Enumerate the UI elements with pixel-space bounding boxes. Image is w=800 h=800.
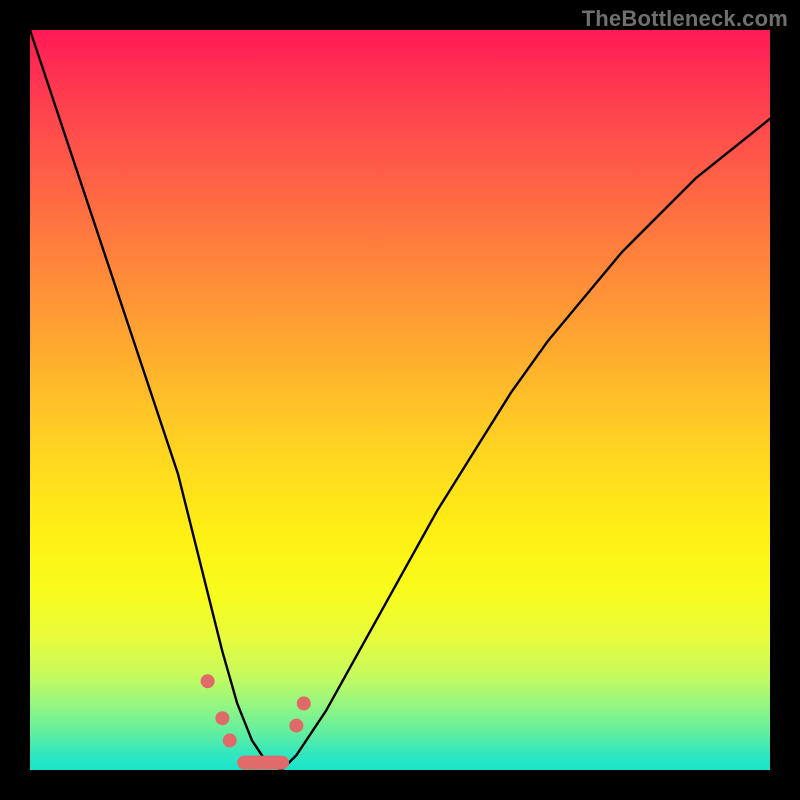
left-curve	[30, 30, 282, 770]
data-marker	[201, 674, 215, 688]
right-curve	[282, 119, 770, 770]
chart-container: TheBottleneck.com	[0, 0, 800, 800]
data-marker	[215, 711, 229, 725]
plot-area	[30, 30, 770, 770]
data-marker	[297, 696, 311, 710]
data-pill	[237, 756, 289, 770]
watermark-text: TheBottleneck.com	[582, 6, 788, 32]
data-marker	[223, 733, 237, 747]
markers-group	[201, 674, 311, 769]
curves-svg	[30, 30, 770, 770]
data-marker	[289, 719, 303, 733]
